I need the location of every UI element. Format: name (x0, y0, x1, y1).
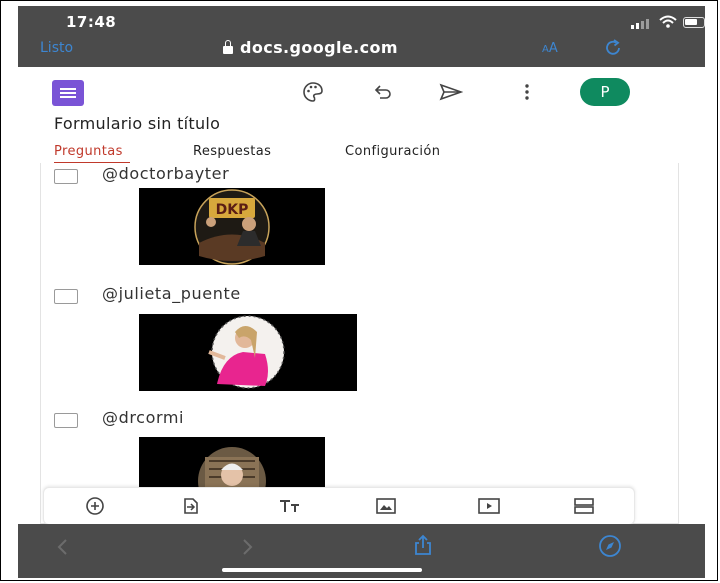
done-button[interactable]: Listo (40, 40, 73, 56)
text-size-button[interactable]: AA (542, 41, 558, 56)
add-question-icon[interactable] (85, 496, 105, 516)
back-icon[interactable] (56, 538, 70, 556)
tab-preguntas[interactable]: Preguntas (54, 144, 123, 159)
avatar[interactable]: P (580, 78, 630, 106)
home-indicator[interactable] (222, 568, 422, 572)
option-label: @doctorbayter (102, 164, 230, 183)
reload-icon[interactable] (604, 39, 624, 57)
browser-top-bar: 17:48 Listo docs.google.com AA (18, 6, 705, 67)
browser-bottom-bar (18, 524, 705, 578)
forms-logo-icon[interactable] (52, 80, 84, 106)
lock-icon (223, 39, 233, 54)
question-card: @doctorbayter DKP @julieta_puente @drcor… (40, 163, 679, 524)
tab-configuracion[interactable]: Configuración (345, 144, 440, 159)
add-image-icon[interactable] (375, 496, 397, 516)
share-icon[interactable] (412, 534, 434, 556)
option-checkbox[interactable] (54, 169, 78, 184)
forward-icon[interactable] (240, 538, 254, 556)
address-bar[interactable]: docs.google.com (223, 38, 398, 57)
cellular-signal-icon (631, 17, 653, 29)
battery-icon (683, 17, 705, 28)
more-options-icon[interactable] (523, 81, 531, 103)
option-checkbox[interactable] (54, 413, 78, 428)
svg-text:DKP: DKP (216, 202, 249, 218)
add-title-icon[interactable] (278, 496, 302, 516)
tab-respuestas[interactable]: Respuestas (193, 144, 271, 159)
option-checkbox[interactable] (54, 289, 78, 304)
option-label: @drcormi (102, 408, 185, 427)
edit-toolbar (43, 487, 635, 525)
option-image: DKP (139, 188, 325, 265)
wifi-icon (659, 15, 677, 28)
option-image (139, 314, 357, 391)
import-questions-icon[interactable] (181, 496, 201, 516)
url-text: docs.google.com (240, 38, 398, 57)
send-icon[interactable] (439, 81, 463, 103)
screenshot-frame: 17:48 Listo docs.google.com AA P Formula… (0, 0, 718, 581)
status-time: 17:48 (66, 13, 117, 31)
compass-icon[interactable] (598, 534, 622, 558)
option-label: @julieta_puente (102, 284, 241, 303)
undo-icon[interactable] (372, 81, 394, 103)
forms-app-bar: P Formulario sin título Preguntas Respue… (18, 67, 705, 164)
add-section-icon[interactable] (573, 496, 595, 516)
phone-screen: 17:48 Listo docs.google.com AA P Formula… (18, 6, 705, 578)
palette-icon[interactable] (302, 81, 324, 103)
add-video-icon[interactable] (477, 496, 501, 516)
form-title[interactable]: Formulario sin título (54, 114, 220, 133)
